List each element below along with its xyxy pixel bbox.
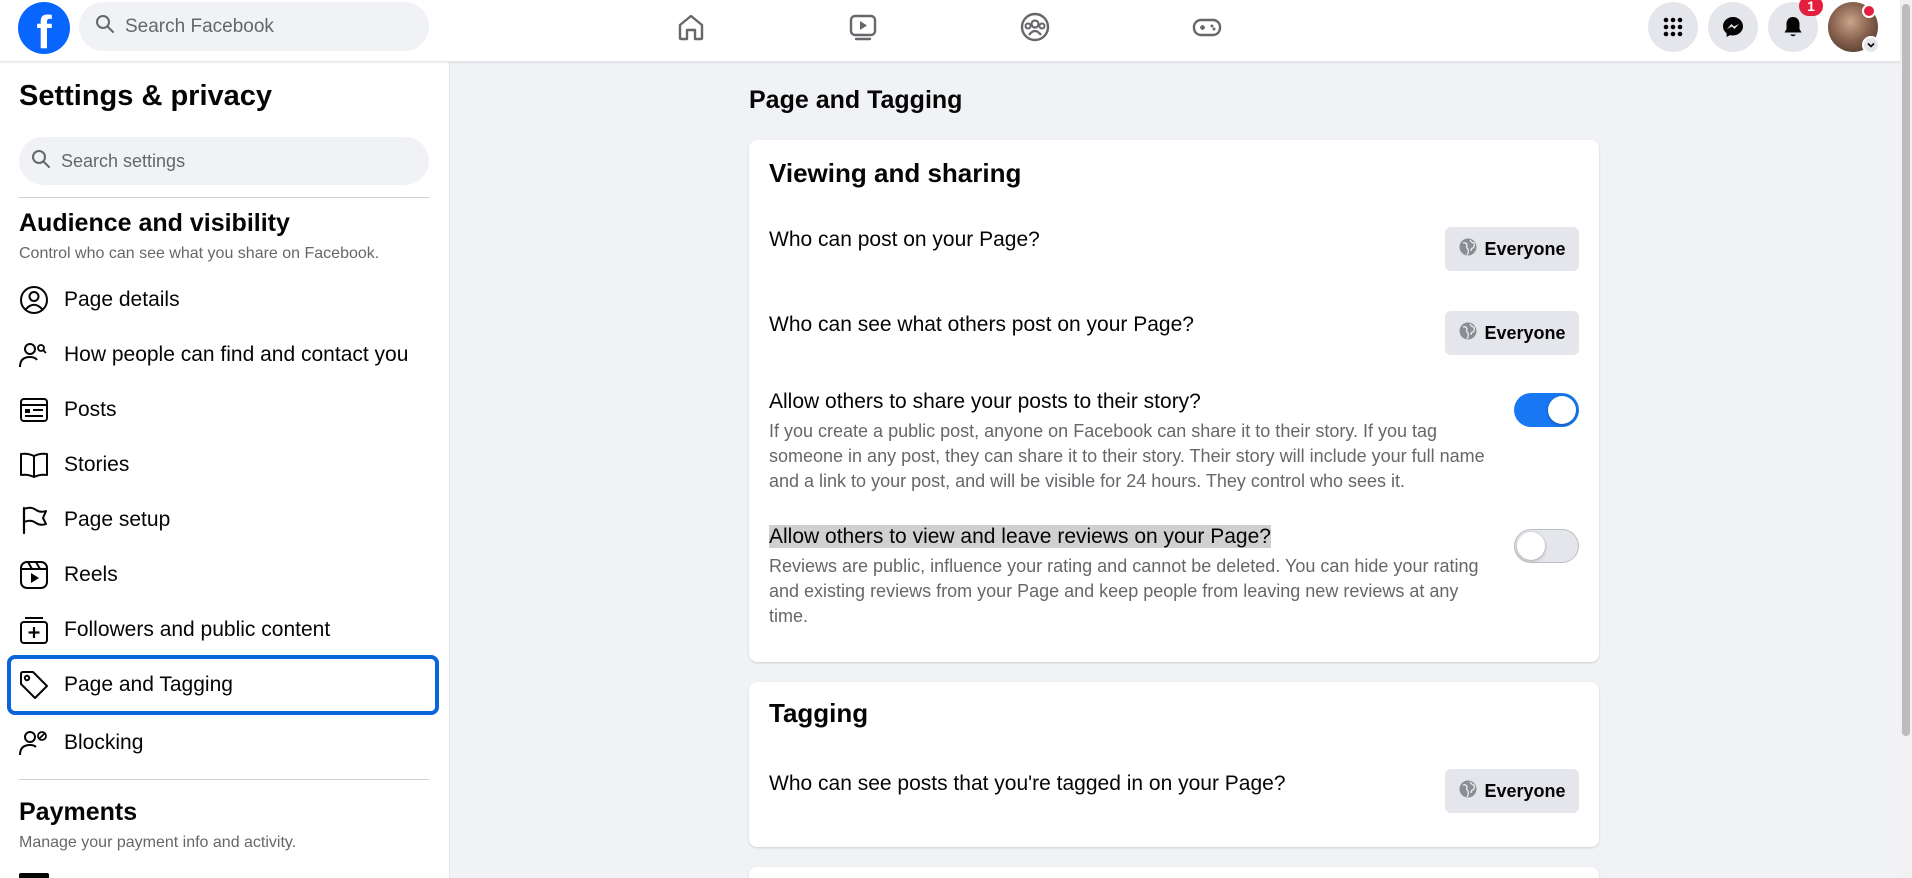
reviews-description: Reviews are public, influence your ratin… — [769, 556, 1479, 626]
person-search-icon — [17, 338, 51, 372]
settings-search-input[interactable]: Search settings — [19, 137, 429, 185]
notification-badge: 1 — [1799, 0, 1823, 16]
sidebar-item-followers[interactable]: Followers and public content — [7, 602, 439, 657]
facebook-search-input[interactable]: Search Facebook — [79, 2, 429, 51]
see-others-posts-audience-button[interactable]: Everyone — [1445, 311, 1579, 355]
section-subtitle-payments: Manage your payment info and activity. — [19, 834, 297, 851]
sidebar-item-stories[interactable]: Stories — [7, 437, 439, 492]
tagged-posts-label: Who can see posts that you're tagged in … — [769, 772, 1286, 795]
sidebar-item-label: How people can find and contact you — [64, 342, 409, 366]
tag-icon — [17, 668, 51, 702]
top-navigation-bar: f Search Facebook 1 — [0, 0, 1900, 62]
sidebar-item-label: Page details — [64, 287, 180, 311]
settings-sidebar: Settings & privacy Search settings Audie… — [0, 62, 450, 878]
audience-label: Everyone — [1484, 322, 1566, 343]
globe-icon — [1458, 321, 1484, 346]
globe-icon — [1458, 779, 1484, 804]
viewing-and-sharing-card: Viewing and sharing Who can post on your… — [749, 140, 1599, 662]
menu-grid-icon[interactable] — [1648, 2, 1698, 52]
globe-icon — [1458, 237, 1484, 262]
sidebar-item-blocking[interactable]: Blocking — [7, 715, 439, 770]
tagging-card: Tagging Who can see posts that you're ta… — [749, 682, 1599, 847]
payments-item-icon-partial — [19, 873, 49, 878]
sidebar-item-label: Posts — [64, 397, 117, 421]
watch-icon[interactable] — [843, 8, 883, 46]
post-permission-label: Who can post on your Page? — [769, 228, 1040, 251]
audience-label: Everyone — [1484, 780, 1566, 801]
avatar-status-dot — [1862, 4, 1876, 18]
post-permission-audience-button[interactable]: Everyone — [1445, 227, 1579, 271]
toggle-knob — [1548, 396, 1576, 424]
posts-icon — [17, 393, 51, 427]
sidebar-item-label: Reels — [64, 562, 118, 586]
divider — [19, 197, 429, 198]
followers-icon — [17, 613, 51, 647]
card-heading: Viewing and sharing — [769, 158, 1022, 188]
blocking-icon — [17, 726, 51, 760]
search-icon — [95, 14, 115, 39]
sidebar-title: Settings & privacy — [19, 80, 273, 112]
person-circle-icon — [17, 283, 51, 317]
scrollbar-thumb[interactable] — [1902, 4, 1910, 736]
reviews-label-text: Allow others to view and leave reviews o… — [769, 525, 1271, 548]
search-placeholder: Search settings — [61, 150, 186, 171]
search-icon — [31, 149, 51, 174]
sidebar-item-label: Page setup — [64, 507, 171, 531]
audience-label: Everyone — [1484, 238, 1566, 259]
see-others-posts-label: Who can see what others post on your Pag… — [769, 313, 1194, 336]
sidebar-item-reels[interactable]: Reels — [7, 547, 439, 602]
toggle-knob — [1517, 532, 1545, 560]
sidebar-item-label: Blocking — [64, 730, 144, 754]
sidebar-item-page-setup[interactable]: Page setup — [7, 492, 439, 547]
sidebar-item-label: Followers and public content — [64, 617, 331, 641]
reviews-toggle[interactable] — [1514, 529, 1579, 563]
page-scrollbar[interactable] — [1900, 0, 1912, 878]
sidebar-item-find-contact[interactable]: How people can find and contact you — [7, 327, 439, 382]
share-to-story-toggle[interactable] — [1514, 393, 1579, 427]
sidebar-item-label: Stories — [64, 452, 130, 476]
sidebar-item-page-details[interactable]: Page details — [7, 272, 439, 327]
sidebar-item-posts[interactable]: Posts — [7, 382, 439, 437]
tagged-posts-audience-button[interactable]: Everyone — [1445, 769, 1579, 813]
flag-icon — [17, 503, 51, 537]
card-heading: Tagging — [769, 698, 869, 728]
reviews-label: Allow others to view and leave reviews o… — [769, 525, 1271, 549]
next-card-partial — [749, 867, 1599, 878]
divider — [19, 779, 429, 780]
gaming-icon[interactable] — [1187, 8, 1227, 46]
home-icon[interactable] — [671, 8, 711, 46]
search-placeholder: Search Facebook — [125, 15, 274, 37]
section-title-payments: Payments — [19, 798, 138, 826]
facebook-logo[interactable]: f — [18, 2, 70, 54]
chevron-down-icon[interactable] — [1862, 36, 1880, 54]
section-subtitle-audience: Control who can see what you share on Fa… — [19, 245, 380, 262]
groups-icon[interactable] — [1015, 8, 1055, 46]
share-to-story-description: If you create a public post, anyone on F… — [769, 421, 1485, 491]
reels-icon — [17, 558, 51, 592]
sidebar-item-page-and-tagging[interactable]: Page and Tagging — [7, 655, 439, 715]
messenger-icon[interactable] — [1708, 2, 1758, 52]
section-title-audience: Audience and visibility — [19, 209, 290, 237]
page-title: Page and Tagging — [749, 86, 963, 114]
book-icon — [17, 448, 51, 482]
sidebar-item-label: Page and Tagging — [64, 673, 233, 696]
share-to-story-label: Allow others to share your posts to thei… — [769, 390, 1201, 413]
